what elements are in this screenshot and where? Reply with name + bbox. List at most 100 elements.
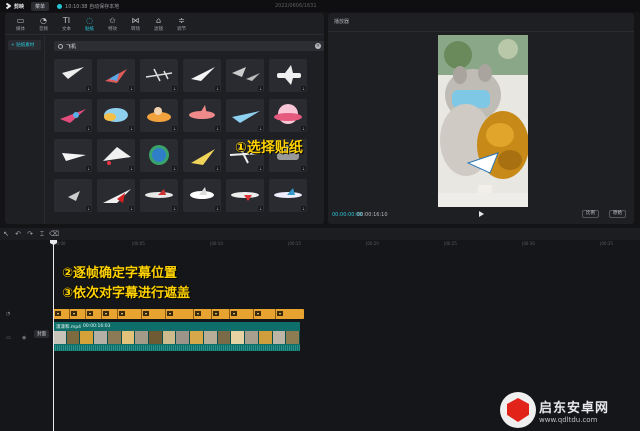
sticker-segment[interactable]: ▾ (193, 309, 201, 319)
sticker-item[interactable]: ⇣ (97, 99, 135, 132)
download-icon[interactable]: ⇣ (172, 206, 177, 211)
sticker-item[interactable]: ⇣ (97, 139, 135, 172)
capcut-logo-icon (5, 3, 12, 9)
sticker-item[interactable]: ⇣ (97, 179, 135, 212)
download-icon[interactable]: ⇣ (301, 126, 306, 131)
download-icon[interactable]: ⇣ (172, 86, 177, 91)
adjust-icon: ≑ (178, 15, 185, 25)
tab-filter[interactable]: ⌂ 滤镜 (147, 13, 170, 34)
download-icon[interactable]: ⇣ (258, 206, 263, 211)
sticker-item[interactable]: ⇣ (140, 59, 178, 92)
sticker-track[interactable]: ▾ ▾ ▾ ▾ ▾ ▾ ▾ ▾ ▾ ▾ ▾ ▾ (53, 309, 304, 319)
download-icon[interactable]: ⇣ (86, 206, 91, 211)
select-cursor-icon[interactable]: ↖ (0, 230, 12, 238)
tab-transition[interactable]: ⋈ 转场 (124, 13, 147, 34)
sticker-item[interactable]: ⇣ (54, 59, 92, 92)
redo-icon[interactable]: ↷ (24, 230, 36, 238)
sticker-segment[interactable]: ▾ (141, 309, 149, 319)
sticker-segment[interactable]: ▾ (165, 309, 173, 319)
sticker-segment[interactable]: ▾ (101, 309, 109, 319)
sticker-segment-icon: ▾ (143, 311, 149, 316)
download-icon[interactable]: ⇣ (86, 126, 91, 131)
video-clip[interactable]: 潇潇和.mp4 00:00:16:03 (53, 322, 300, 351)
cover-button[interactable]: 封面 (34, 330, 49, 338)
download-icon[interactable]: ⇣ (301, 166, 306, 171)
download-icon[interactable]: ⇣ (258, 126, 263, 131)
sidebar-item-sticker-material[interactable]: + 贴纸素材 (8, 40, 41, 50)
download-icon[interactable]: ⇣ (172, 126, 177, 131)
sticker-item[interactable]: ⇣ (183, 99, 221, 132)
sticker-item[interactable]: ⇣ (54, 99, 92, 132)
player-controls: 00:00:00:00 00:00:16:10 比例 原始 (328, 209, 634, 223)
tab-media[interactable]: ▭ 媒体 (9, 13, 32, 34)
effects-icon: ✩ (109, 15, 116, 25)
download-icon[interactable]: ⇣ (129, 166, 134, 171)
sticker-item[interactable]: ⇣ (226, 99, 264, 132)
download-icon[interactable]: ⇣ (86, 166, 91, 171)
delete-icon[interactable]: ⌫ (48, 230, 60, 238)
sticker-item[interactable]: ⇣ (97, 59, 135, 92)
ruler-tick-label: |00:10 (210, 241, 223, 246)
tab-effects[interactable]: ✩ 特效 (101, 13, 124, 34)
download-icon[interactable]: ⇣ (258, 166, 263, 171)
sticker-segment[interactable]: ▾ (117, 309, 125, 319)
sticker-item[interactable]: ⇣ (226, 59, 264, 92)
clear-search-icon[interactable]: × (315, 43, 321, 49)
download-icon[interactable]: ⇣ (129, 86, 134, 91)
download-icon[interactable]: ⇣ (129, 126, 134, 131)
sticker-segment[interactable]: ▾ (253, 309, 261, 319)
download-icon[interactable]: ⇣ (215, 166, 220, 171)
sticker-segment[interactable]: ▾ (211, 309, 219, 319)
sticker-item[interactable]: ⇣ (183, 59, 221, 92)
download-icon[interactable]: ⇣ (258, 86, 263, 91)
sticker-item[interactable]: ⇣ (269, 59, 307, 92)
menu-button[interactable]: 菜单 (31, 1, 50, 11)
download-icon[interactable]: ⇣ (215, 86, 220, 91)
sticker-segment-icon: ▾ (213, 311, 219, 316)
download-icon[interactable]: ⇣ (129, 206, 134, 211)
download-icon[interactable]: ⇣ (86, 86, 91, 91)
sticker-segment[interactable]: ▾ (69, 309, 77, 319)
search-bar[interactable]: × (54, 41, 324, 51)
sticker-segment-icon: ▾ (55, 311, 61, 316)
playhead[interactable] (53, 243, 54, 431)
download-icon[interactable]: ⇣ (301, 86, 306, 91)
download-icon[interactable]: ⇣ (172, 166, 177, 171)
tab-audio[interactable]: ◔ 音频 (32, 13, 55, 34)
undo-icon[interactable]: ↶ (12, 230, 24, 238)
sticker-item[interactable]: ⇣ (54, 179, 92, 212)
fullscreen-button[interactable]: 原始 (609, 210, 626, 218)
ruler-tick-label: |00:30 (522, 241, 535, 246)
sticker-segment[interactable]: ▾ (85, 309, 93, 319)
sticker-item[interactable]: ⇣ (54, 139, 92, 172)
download-icon[interactable]: ⇣ (215, 206, 220, 211)
sticker-item[interactable]: ⇣ (269, 99, 307, 132)
watermark-logo-icon (500, 392, 536, 428)
sticker-item[interactable]: ⇣ (183, 139, 221, 172)
lock-track-icon[interactable]: ▭ (6, 335, 11, 341)
download-icon[interactable]: ⇣ (301, 206, 306, 211)
video-preview[interactable] (438, 35, 528, 207)
split-icon[interactable]: ⌶ (36, 230, 48, 239)
tab-sticker[interactable]: ◌ 贴纸 (78, 13, 101, 34)
sticker-item[interactable]: ⇣ (140, 99, 178, 132)
transition-icon: ⋈ (131, 15, 140, 25)
clip-thumbnail (231, 331, 246, 344)
tab-label: 特效 (108, 26, 117, 32)
sticker-item[interactable]: ⇣ (226, 179, 264, 212)
sticker-item[interactable]: ⇣ (269, 179, 307, 212)
sticker-item[interactable]: ⇣ (140, 179, 178, 212)
search-input[interactable] (66, 43, 315, 49)
sticker-item[interactable]: ⇣ (140, 139, 178, 172)
sticker-segment[interactable]: ▾ (229, 309, 237, 319)
ratio-button[interactable]: 比例 (582, 210, 599, 218)
play-icon[interactable] (479, 211, 484, 217)
ruler-tick-label: |00:25 (444, 241, 457, 246)
sticker-segment[interactable]: ▾ (275, 309, 283, 319)
tab-text[interactable]: TI 文本 (55, 13, 78, 34)
download-icon[interactable]: ⇣ (215, 126, 220, 131)
tab-adjust[interactable]: ≑ 调节 (170, 13, 193, 34)
timeline-toolbar: ↖ ↶ ↷ ⌶ ⌫ (0, 228, 640, 240)
sticker-item[interactable]: ⇣ (183, 179, 221, 212)
visibility-icon[interactable]: ◉ (22, 335, 26, 341)
